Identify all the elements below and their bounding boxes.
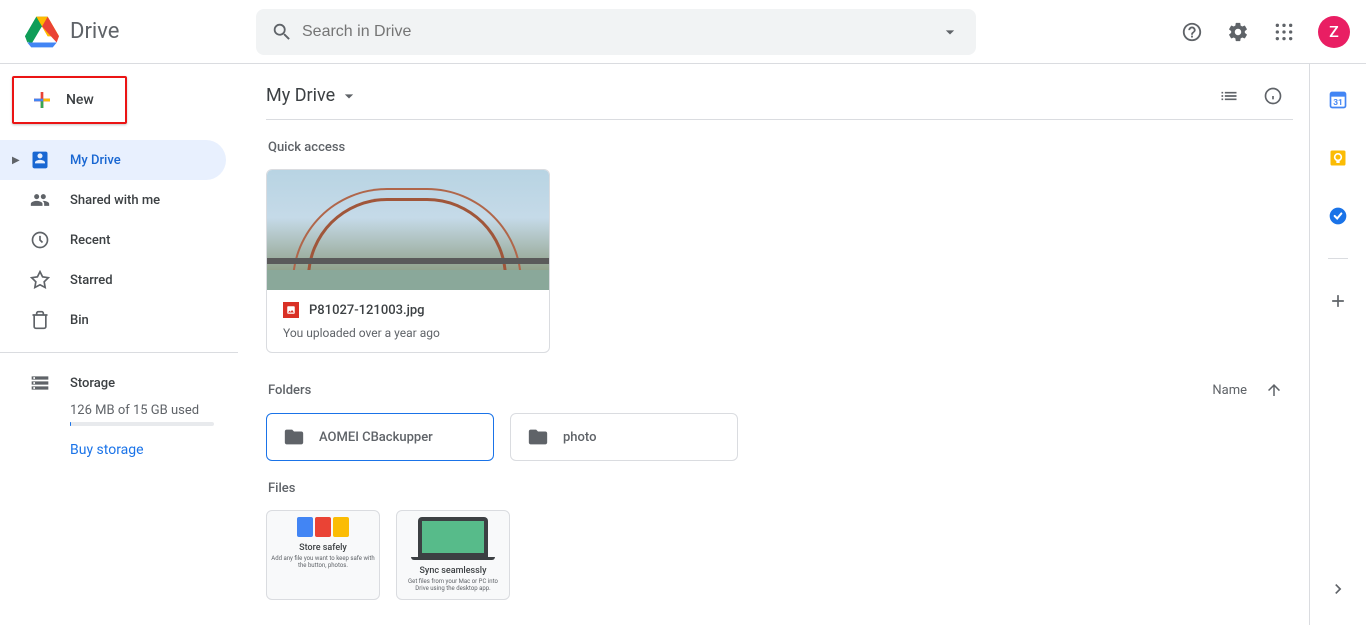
image-file-icon: [283, 302, 299, 318]
storage-bar: [70, 422, 214, 426]
quick-access-item[interactable]: P81027-121003.jpg You uploaded over a ye…: [266, 169, 550, 353]
chevron-down-icon: [339, 86, 359, 106]
info-icon[interactable]: [1253, 76, 1293, 116]
promo-title: Sync seamlessly: [397, 566, 509, 576]
app-title: Drive: [70, 19, 119, 44]
folder-icon: [283, 426, 305, 448]
sidebar-item-label: Starred: [70, 273, 113, 288]
apps-icon[interactable]: [1264, 12, 1304, 52]
sidebar-item-label: My Drive: [70, 153, 121, 168]
new-button-label: New: [66, 92, 94, 108]
sidebar: New ▶ My Drive Shared with me Recent: [0, 64, 238, 625]
sidebar-item-recent[interactable]: Recent: [0, 220, 226, 260]
storage-usage-text: 126 MB of 15 GB used: [0, 403, 238, 418]
sidebar-item-label: Bin: [70, 313, 89, 328]
svg-text:31: 31: [1333, 98, 1343, 108]
files-heading: Files: [268, 481, 1285, 496]
promo-sub: Get files from your Mac or PC into Drive…: [397, 578, 509, 592]
sidebar-item-label: Shared with me: [70, 193, 160, 208]
folder-item[interactable]: photo: [510, 413, 738, 461]
folder-name: AOMEI CBackupper: [319, 430, 433, 445]
folder-name: photo: [563, 430, 596, 445]
my-drive-icon: [28, 148, 52, 172]
collapse-panel-icon[interactable]: [1318, 569, 1358, 609]
sidebar-item-bin[interactable]: Bin: [0, 300, 226, 340]
plus-icon: [30, 88, 54, 112]
search-area: [256, 9, 1172, 55]
thumbnail: [267, 170, 549, 290]
sidebar-item-shared[interactable]: Shared with me: [0, 180, 226, 220]
folder-item[interactable]: AOMEI CBackupper: [266, 413, 494, 461]
folders-heading: Folders: [268, 383, 311, 398]
arrow-up-icon: [1265, 381, 1283, 399]
side-panel: 31: [1310, 64, 1366, 625]
file-subtitle: You uploaded over a year ago: [283, 326, 533, 340]
sidebar-item-starred[interactable]: Starred: [0, 260, 226, 300]
file-item[interactable]: Store safely Add any file you want to ke…: [266, 510, 380, 600]
sidebar-item-my-drive[interactable]: ▶ My Drive: [0, 140, 226, 180]
sidebar-item-label: Recent: [70, 233, 110, 248]
search-box[interactable]: [256, 9, 976, 55]
add-app-icon[interactable]: [1318, 281, 1358, 321]
header-actions: Z: [1172, 12, 1358, 52]
search-input[interactable]: [302, 23, 930, 41]
breadcrumb-label: My Drive: [266, 85, 335, 106]
promo-sub: Add any file you want to keep safe with …: [267, 555, 379, 569]
folder-icon: [527, 426, 549, 448]
separator: [1328, 258, 1348, 259]
calendar-app-icon[interactable]: 31: [1318, 80, 1358, 120]
avatar[interactable]: Z: [1318, 16, 1350, 48]
storage-label: Storage: [70, 376, 115, 391]
file-item[interactable]: Sync seamlessly Get files from your Mac …: [396, 510, 510, 600]
logo-area[interactable]: Drive: [8, 12, 256, 52]
sort-label: Name: [1212, 383, 1247, 398]
star-icon: [28, 268, 52, 292]
storage-icon: [28, 371, 52, 395]
breadcrumb[interactable]: My Drive: [266, 85, 359, 106]
main-header: My Drive: [266, 72, 1293, 120]
search-options-icon[interactable]: [930, 12, 970, 52]
keep-app-icon[interactable]: [1318, 138, 1358, 178]
sidebar-item-storage[interactable]: Storage: [0, 363, 238, 403]
search-icon[interactable]: [262, 12, 302, 52]
help-icon[interactable]: [1172, 12, 1212, 52]
buy-storage-link[interactable]: Buy storage: [0, 442, 238, 458]
file-name: P81027-121003.jpg: [309, 303, 425, 318]
bin-icon: [28, 308, 52, 332]
promo-title: Store safely: [267, 543, 379, 553]
quick-access-heading: Quick access: [268, 140, 1285, 155]
new-button[interactable]: New: [12, 76, 127, 124]
drive-logo-icon: [22, 12, 62, 52]
expand-icon[interactable]: ▶: [12, 155, 24, 166]
recent-icon: [28, 228, 52, 252]
sort-button[interactable]: Name: [1212, 381, 1283, 399]
main-content: My Drive Quick access: [238, 64, 1310, 625]
tasks-app-icon[interactable]: [1318, 196, 1358, 236]
settings-icon[interactable]: [1218, 12, 1258, 52]
shared-icon: [28, 188, 52, 212]
header: Drive Z: [0, 0, 1366, 64]
list-view-icon[interactable]: [1209, 76, 1249, 116]
